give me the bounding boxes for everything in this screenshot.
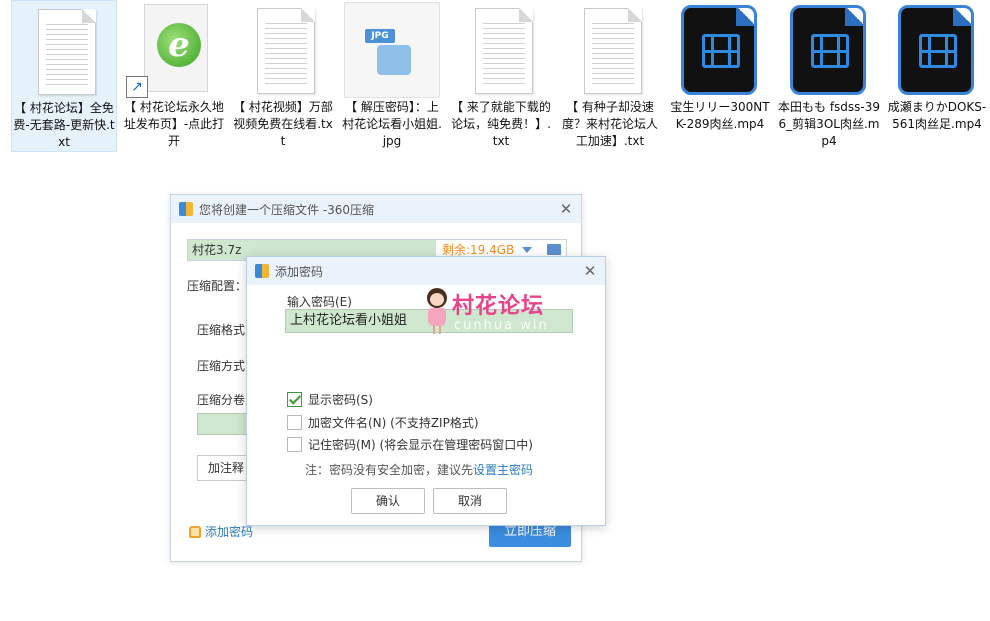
close-icon[interactable]: ✕ — [559, 202, 573, 217]
file-item-mp4-1[interactable]: 宝生リリー300NTK-289肉丝.mp4 — [667, 0, 773, 152]
file-item-mp4-3[interactable]: 成瀬まりかDOKS-561肉丝足.mp4 — [884, 0, 990, 152]
encrypt-filenames-option[interactable]: 加密文件名(N) (不支持ZIP格式) — [287, 414, 479, 431]
file-item-shortcut[interactable]: e ↗ 【 村花论坛永久地址发布页】-点此打开 — [121, 0, 227, 152]
remember-password-option[interactable]: 记住密码(M) (将会显示在管理密码窗口中) — [287, 436, 533, 453]
shortcut-arrow-icon: ↗ — [126, 76, 148, 98]
file-item-txt-2[interactable]: 【 村花视频】万部视频免费在线看.txt — [230, 0, 336, 152]
desktop-file-area: 【 村花论坛】全免费-无套路-更新快.txt e ↗ 【 村花论坛永久地址发布页… — [0, 0, 990, 160]
encrypt-filenames-checkbox[interactable] — [287, 415, 302, 430]
cancel-button[interactable]: 取消 — [433, 488, 507, 514]
file-name: 【 村花视频】万部视频免费在线看.txt — [233, 100, 333, 148]
file-item-txt-4[interactable]: 【 有种子却没速度？来村花论坛人工加速】.txt — [557, 0, 663, 152]
lock-icon — [189, 525, 201, 538]
txt-file-icon — [235, 2, 331, 98]
file-item-mp4-2[interactable]: 本田もも fsdss-396_剪辑3OL肉丝.mp4 — [776, 0, 882, 152]
file-name: 【 村花论坛永久地址发布页】-点此打开 — [123, 100, 225, 148]
show-password-label[interactable]: 显示密码(S) — [308, 391, 373, 408]
security-note: 注：密码没有安全加密，建议先设置主密码 — [305, 461, 533, 478]
close-icon[interactable]: ✕ — [583, 264, 597, 279]
file-item-txt-1[interactable]: 【 村花论坛】全免费-无套路-更新快.txt — [11, 0, 117, 152]
jpg-file-icon: JPG — [344, 2, 440, 98]
video-file-icon — [896, 2, 978, 98]
file-name: 本田もも fsdss-396_剪辑3OL肉丝.mp4 — [778, 100, 881, 148]
file-item-txt-3[interactable]: 【 来了就能下载的论坛，纯免费！】.txt — [448, 0, 554, 152]
note-text: 注：密码没有安全加密，建议先 — [305, 463, 474, 477]
browser-e-icon: e ↗ — [126, 2, 222, 98]
txt-file-icon — [562, 2, 658, 98]
file-name: 【 解压密码】：上村花论坛看小姐姐.jpg — [342, 100, 442, 148]
video-file-icon — [679, 2, 761, 98]
dialog-titlebar: 添加密码 ✕ — [247, 257, 605, 285]
file-name: 成瀬まりかDOKS-561肉丝足.mp4 — [887, 100, 987, 131]
confirm-button[interactable]: 确认 — [351, 488, 425, 514]
remember-password-checkbox[interactable] — [287, 437, 302, 452]
watermark-subtitle: cunhua win — [454, 318, 549, 333]
dialog-title: 添加密码 — [275, 264, 324, 279]
file-name: 宝生リリー300NTK-289肉丝.mp4 — [670, 100, 770, 131]
txt-file-icon — [453, 2, 549, 98]
file-name: 【 来了就能下载的论坛，纯免费！】.txt — [451, 100, 551, 148]
file-item-jpg[interactable]: JPG 【 解压密码】：上村花论坛看小姐姐.jpg — [339, 0, 445, 152]
remember-password-label[interactable]: 记住密码(M) (将会显示在管理密码窗口中) — [308, 436, 533, 453]
format-label: 压缩格式 — [197, 323, 246, 337]
cartoon-girl-icon — [424, 288, 450, 334]
folder-icon[interactable] — [547, 244, 561, 255]
jpg-badge: JPG — [365, 29, 395, 43]
split-size-input[interactable] — [197, 413, 253, 435]
app-360zip-icon — [255, 264, 269, 278]
dialog-titlebar: 您将创建一个压缩文件 -360压缩 ✕ — [171, 195, 581, 223]
config-label: 压缩配置： — [187, 279, 248, 293]
file-name: 【 有种子却没速度？来村花论坛人工加速】.txt — [561, 100, 658, 148]
password-input-label: 输入密码(E) — [287, 295, 352, 309]
set-master-password-link[interactable]: 设置主密码 — [473, 463, 533, 477]
add-password-link[interactable]: 添加密码 — [189, 523, 253, 540]
method-label: 压缩方式 — [197, 359, 246, 373]
encrypt-filenames-label[interactable]: 加密文件名(N) (不支持ZIP格式) — [308, 414, 479, 431]
watermark-title: 村花论坛 — [452, 294, 545, 319]
show-password-option[interactable]: 显示密码(S) — [287, 391, 373, 408]
split-label: 压缩分卷 — [197, 393, 246, 407]
watermark-logo: 村花论坛 cunhua win — [424, 288, 574, 338]
chevron-down-icon[interactable] — [522, 247, 532, 253]
txt-file-icon — [16, 3, 112, 99]
dialog-title: 您将创建一个压缩文件 -360压缩 — [199, 202, 375, 217]
app-360zip-icon — [179, 202, 193, 216]
file-name: 【 村花论坛】全免费-无套路-更新快.txt — [13, 101, 115, 149]
show-password-checkbox[interactable] — [287, 392, 302, 407]
video-file-icon — [788, 2, 870, 98]
